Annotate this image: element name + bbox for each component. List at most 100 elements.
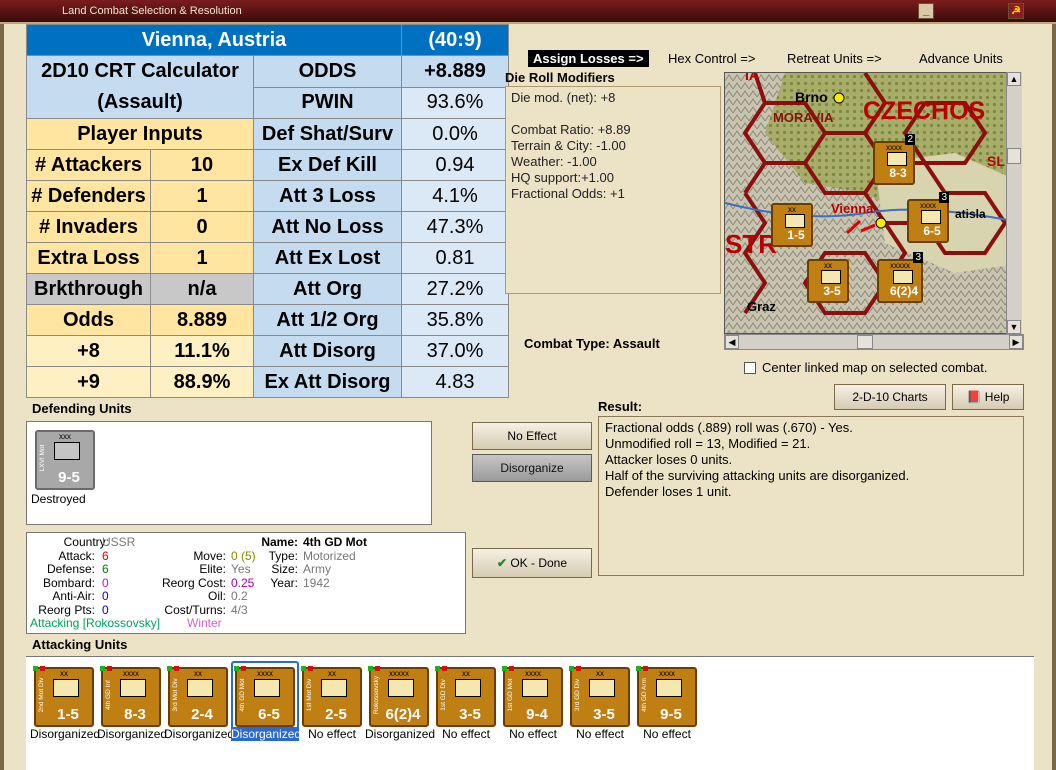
attacking-unit-counter[interactable]: xx 2-5 1st Mot Div xyxy=(301,666,362,727)
infantry-symbol-icon xyxy=(821,270,841,284)
unit-strength: 3-5 xyxy=(823,284,841,298)
scroll-thumb[interactable] xyxy=(857,335,873,349)
unit-tag: 4th GD Mot xyxy=(239,678,246,712)
attacking-unit-counter[interactable]: xx 2-4 3rd Mot Div xyxy=(167,666,228,727)
result-line: Attacker loses 0 units. xyxy=(605,452,733,467)
scroll-right-icon[interactable]: ▶ xyxy=(1009,335,1023,349)
attacking-unit-counter[interactable]: xxxx 8-3 4th GD Inf xyxy=(100,666,161,727)
info-attacking-text: Attacking [Rokossovsky] xyxy=(30,616,161,630)
checkmark-icon: ✔ xyxy=(496,556,507,570)
info-elite-label: Elite: xyxy=(199,562,226,576)
minimize-button[interactable]: _ xyxy=(918,3,934,19)
info-reorg-label: Reorg Pts: xyxy=(38,602,95,617)
crt-calculator: Vienna, Austria (40:9) 2D10 CRT Calculat… xyxy=(26,24,509,398)
info-bombard-label: Bombard: xyxy=(42,575,95,590)
scroll-down-icon[interactable]: ▼ xyxy=(1007,320,1021,334)
map-label-ia: IA xyxy=(745,72,759,83)
attacking-unit-counter[interactable]: xxxxx 6(2)4 Rokossovsky xyxy=(368,666,429,727)
map-unit-counter[interactable]: xx 3-5 xyxy=(807,259,849,303)
status-dot-icon xyxy=(576,666,581,671)
map-vertical-scrollbar[interactable]: ▲ ▼ xyxy=(1006,72,1022,334)
defending-unit-status: Destroyed xyxy=(31,492,86,506)
map-label-brno: Brno xyxy=(795,89,828,105)
input-value[interactable]: 0 xyxy=(150,211,254,243)
status-dot-icon xyxy=(509,666,514,671)
unit-strength: 6(2)4 xyxy=(889,284,918,298)
status-dot-icon xyxy=(636,666,641,671)
attacking-unit-status: Disorganized xyxy=(365,727,436,741)
calc-title: 2D10 CRT Calculator (Assault) xyxy=(26,55,254,119)
attacking-unit-counter[interactable]: xx 3-5 3rd GD Div xyxy=(569,666,630,727)
map-horizontal-scrollbar[interactable]: ◀ ▶ xyxy=(724,334,1024,350)
defending-unit-counter[interactable]: xxx 9-5 LXVI Mot xyxy=(35,430,95,490)
disorganize-button[interactable]: Disorganize xyxy=(472,454,592,482)
input-label: Brkthrough xyxy=(26,273,151,305)
input-value[interactable]: 10 xyxy=(150,149,254,181)
location-title: Vienna, Austria xyxy=(26,24,402,56)
input-label: # Attackers xyxy=(26,149,151,181)
map-unit-counter[interactable]: xxxx 6-5 3 xyxy=(907,192,949,243)
no-effect-button[interactable]: No Effect xyxy=(472,422,592,450)
crt-label: Ex Att Disorg xyxy=(253,366,402,398)
unit-strength: 8-3 xyxy=(889,166,907,180)
unit-strength: 3-5 xyxy=(593,706,615,723)
attacking-unit-counter[interactable]: xx 3-5 1st GD Div xyxy=(435,666,496,727)
map-unit-counter[interactable]: xx 1-5 xyxy=(771,203,813,247)
status-dot-icon xyxy=(368,666,373,671)
info-oil-label: Oil: xyxy=(208,589,226,603)
help-button[interactable]: 📕 Help xyxy=(952,384,1024,410)
center-map-checkbox[interactable] xyxy=(744,362,756,374)
scroll-left-icon[interactable]: ◀ xyxy=(725,335,739,349)
center-map-option[interactable]: Center linked map on selected combat. xyxy=(744,360,987,375)
unit-strength: 9-5 xyxy=(660,706,682,723)
charts-button[interactable]: 2-D-10 Charts xyxy=(834,384,946,410)
ok-done-button[interactable]: ✔ OK - Done xyxy=(472,548,592,578)
unit-symbol-icon xyxy=(187,679,213,697)
map-unit-counter[interactable]: xxxx 8-3 2 xyxy=(873,134,915,185)
input-value: 11.1% xyxy=(150,335,254,367)
hex-control-action[interactable]: Hex Control => xyxy=(668,51,755,66)
map-label-moravia: MORAVIA xyxy=(773,110,834,125)
result-line: Defender loses 1 unit. xyxy=(605,484,732,499)
attacking-unit-counter[interactable]: xxxx 9-5 4th GD Arm xyxy=(636,666,697,727)
combat-map[interactable]: Brno MORAVIA CZECHOS Vienna atisla Graz … xyxy=(724,72,1022,334)
assign-losses-action[interactable]: Assign Losses => xyxy=(528,50,649,67)
attacking-unit-status: Disorganized xyxy=(97,727,168,741)
scroll-thumb[interactable] xyxy=(1007,148,1021,164)
attacking-unit-counter[interactable]: xx 1-5 2nd Mot Div xyxy=(33,666,94,727)
unit-tag: 3rd Mot Div xyxy=(172,678,179,712)
status-dot-icon xyxy=(375,666,380,671)
input-value[interactable]: 1 xyxy=(150,180,254,212)
status-dot-icon xyxy=(301,666,306,671)
attacking-unit-counter[interactable]: xxxx 6-5 4th GD Mot xyxy=(234,666,295,727)
input-label: # Invaders xyxy=(26,211,151,243)
info-country: USSR xyxy=(102,535,136,549)
crt-value: +8.889 xyxy=(401,55,509,88)
input-value[interactable]: 1 xyxy=(150,242,254,274)
modifier-line xyxy=(511,106,715,122)
crt-value: 27.2% xyxy=(401,273,509,305)
crt-value: 4.83 xyxy=(401,366,509,398)
center-map-label: Center linked map on selected combat. xyxy=(762,360,988,375)
status-dot-icon xyxy=(643,666,648,671)
info-defense: 6 xyxy=(102,562,109,576)
unit-size: xx xyxy=(788,205,796,214)
map-label-graz: Graz xyxy=(747,299,776,314)
map-unit-counter[interactable]: xxxxx 6(2)4 3 xyxy=(877,252,923,303)
advance-units-action[interactable]: Advance Units xyxy=(919,51,1003,66)
unit-strength: 6(2)4 xyxy=(385,706,421,723)
attacking-unit-status: No effect xyxy=(576,727,624,741)
info-name-label: Name: xyxy=(261,535,298,549)
crt-label: Att No Loss xyxy=(253,211,402,243)
scroll-up-icon[interactable]: ▲ xyxy=(1007,72,1021,86)
status-dot-icon xyxy=(107,666,112,671)
attacking-unit-counter[interactable]: xxxx 9-4 1st GD Mot xyxy=(502,666,563,727)
ussr-flag-icon: ☭ xyxy=(1008,3,1024,19)
input-label: Odds xyxy=(26,304,151,336)
unit-symbol-icon xyxy=(589,679,615,697)
unit-symbol-icon xyxy=(656,679,682,697)
status-dot-icon xyxy=(442,666,447,671)
unit-strength: 1-5 xyxy=(57,706,79,723)
retreat-units-action[interactable]: Retreat Units => xyxy=(787,51,882,66)
defending-units-panel: xxx 9-5 LXVI Mot Destroyed xyxy=(26,421,432,525)
